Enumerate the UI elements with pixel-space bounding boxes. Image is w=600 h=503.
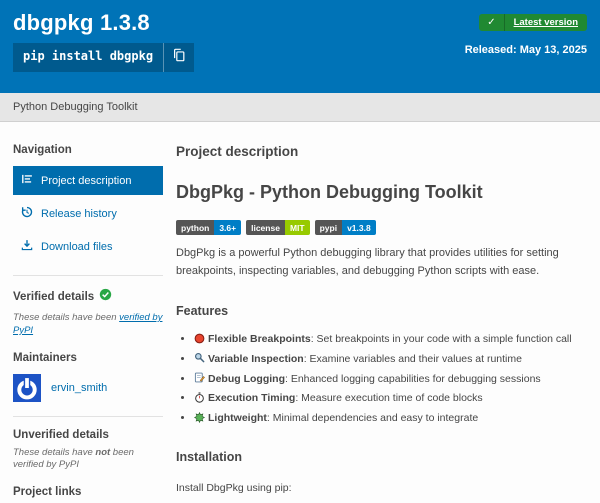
badge-value: 3.6+ <box>214 220 241 235</box>
maintainer-row: ervin_smith <box>13 374 163 402</box>
sidebar-divider <box>13 275 163 276</box>
feature-text: : Measure execution time of code blocks <box>295 392 482 404</box>
red-circle-icon <box>194 333 208 345</box>
maintainer-link[interactable]: ervin_smith <box>51 382 107 394</box>
verified-details-title: Verified details <box>13 291 94 303</box>
badge-label: pypi <box>315 220 342 235</box>
latest-version-label: Latest version <box>505 14 587 31</box>
sidebar-item-label: Download files <box>41 241 113 253</box>
feature-name: Execution Timing <box>208 392 295 404</box>
magnifier-icon <box>194 353 208 365</box>
history-icon <box>21 206 33 221</box>
feature-item: Variable Inspection: Examine variables a… <box>194 352 583 367</box>
features-title: Features <box>176 304 583 318</box>
package-header: dbgpkg 1.3.8 pip install dbgpkg ✓ Latest… <box>0 0 600 93</box>
maintainers-title: Maintainers <box>13 352 163 364</box>
summary-banner: Python Debugging Toolkit <box>0 93 600 122</box>
feature-name: Debug Logging <box>208 373 285 385</box>
unverified-details-title: Unverified details <box>13 429 163 441</box>
feature-item: Lightweight: Minimal dependencies and ea… <box>194 411 583 426</box>
badge-label: python <box>176 220 214 235</box>
unverified-note-bold: not <box>95 447 110 458</box>
package-summary: Python Debugging Toolkit <box>13 101 138 113</box>
align-left-icon <box>21 173 33 188</box>
installation-text: Install DbgPkg using pip: <box>176 482 583 494</box>
verified-note: These details have been verified by PyPI <box>13 312 163 338</box>
navigation-title: Navigation <box>13 144 163 156</box>
download-icon <box>21 239 33 254</box>
microbe-icon <box>194 412 208 424</box>
sidebar: Navigation Project description <box>0 144 163 503</box>
pip-command-box: pip install dbgpkg <box>13 43 194 72</box>
feature-name: Lightweight <box>208 412 267 424</box>
navigation-list: Project description Release history <box>13 166 163 261</box>
pip-command-text: pip install dbgpkg <box>13 43 163 72</box>
feature-item: Execution Timing: Measure execution time… <box>194 391 583 406</box>
license-badge: license MIT <box>246 220 309 235</box>
copy-button[interactable] <box>163 43 194 72</box>
sidebar-item-label: Release history <box>41 208 117 220</box>
project-heading: DbgPkg - Python Debugging Toolkit <box>176 182 583 203</box>
latest-version-badge[interactable]: ✓ Latest version <box>479 14 587 31</box>
memo-icon <box>194 373 208 385</box>
feature-text: : Examine variables and their values at … <box>304 353 522 365</box>
badge-label: license <box>246 220 285 235</box>
badges-row: python 3.6+ license MIT pypi v1.3.8 <box>176 220 583 235</box>
main-content: Project description DbgPkg - Python Debu… <box>163 144 600 503</box>
section-title: Project description <box>176 144 583 159</box>
feature-item: Debug Logging: Enhanced logging capabili… <box>194 372 583 387</box>
sidebar-item-label: Project description <box>41 175 132 187</box>
feature-text: : Enhanced logging capabilities for debu… <box>285 373 541 385</box>
project-links-title: Project links <box>13 486 163 498</box>
sidebar-divider <box>13 416 163 417</box>
released-date: Released: May 13, 2025 <box>465 44 587 56</box>
installation-title: Installation <box>176 450 583 464</box>
intro-paragraph: DbgPkg is a powerful Python debugging li… <box>176 245 583 280</box>
feature-name: Flexible Breakpoints <box>208 333 311 345</box>
verified-note-text: These details have been <box>13 312 119 323</box>
check-icon: ✓ <box>479 14 504 31</box>
feature-name: Variable Inspection <box>208 353 304 365</box>
feature-item: Flexible Breakpoints: Set breakpoints in… <box>194 332 583 347</box>
unverified-note: These details have not been verified by … <box>13 447 163 473</box>
unverified-note-text: These details have <box>13 447 95 458</box>
stopwatch-icon <box>194 392 208 404</box>
features-list: Flexible Breakpoints: Set breakpoints in… <box>194 332 583 426</box>
badge-value: MIT <box>285 220 310 235</box>
feature-text: : Set breakpoints in your code with a si… <box>311 333 572 345</box>
sidebar-item-release-history[interactable]: Release history <box>13 199 163 228</box>
feature-text: : Minimal dependencies and easy to integ… <box>267 412 478 424</box>
sidebar-item-download-files[interactable]: Download files <box>13 232 163 261</box>
sidebar-item-project-description[interactable]: Project description <box>13 166 163 195</box>
pypi-badge: pypi v1.3.8 <box>315 220 376 235</box>
copy-icon <box>172 48 186 67</box>
maintainer-avatar[interactable] <box>13 374 41 402</box>
badge-value: v1.3.8 <box>342 220 376 235</box>
python-badge: python 3.6+ <box>176 220 241 235</box>
verified-check-icon <box>99 288 112 306</box>
